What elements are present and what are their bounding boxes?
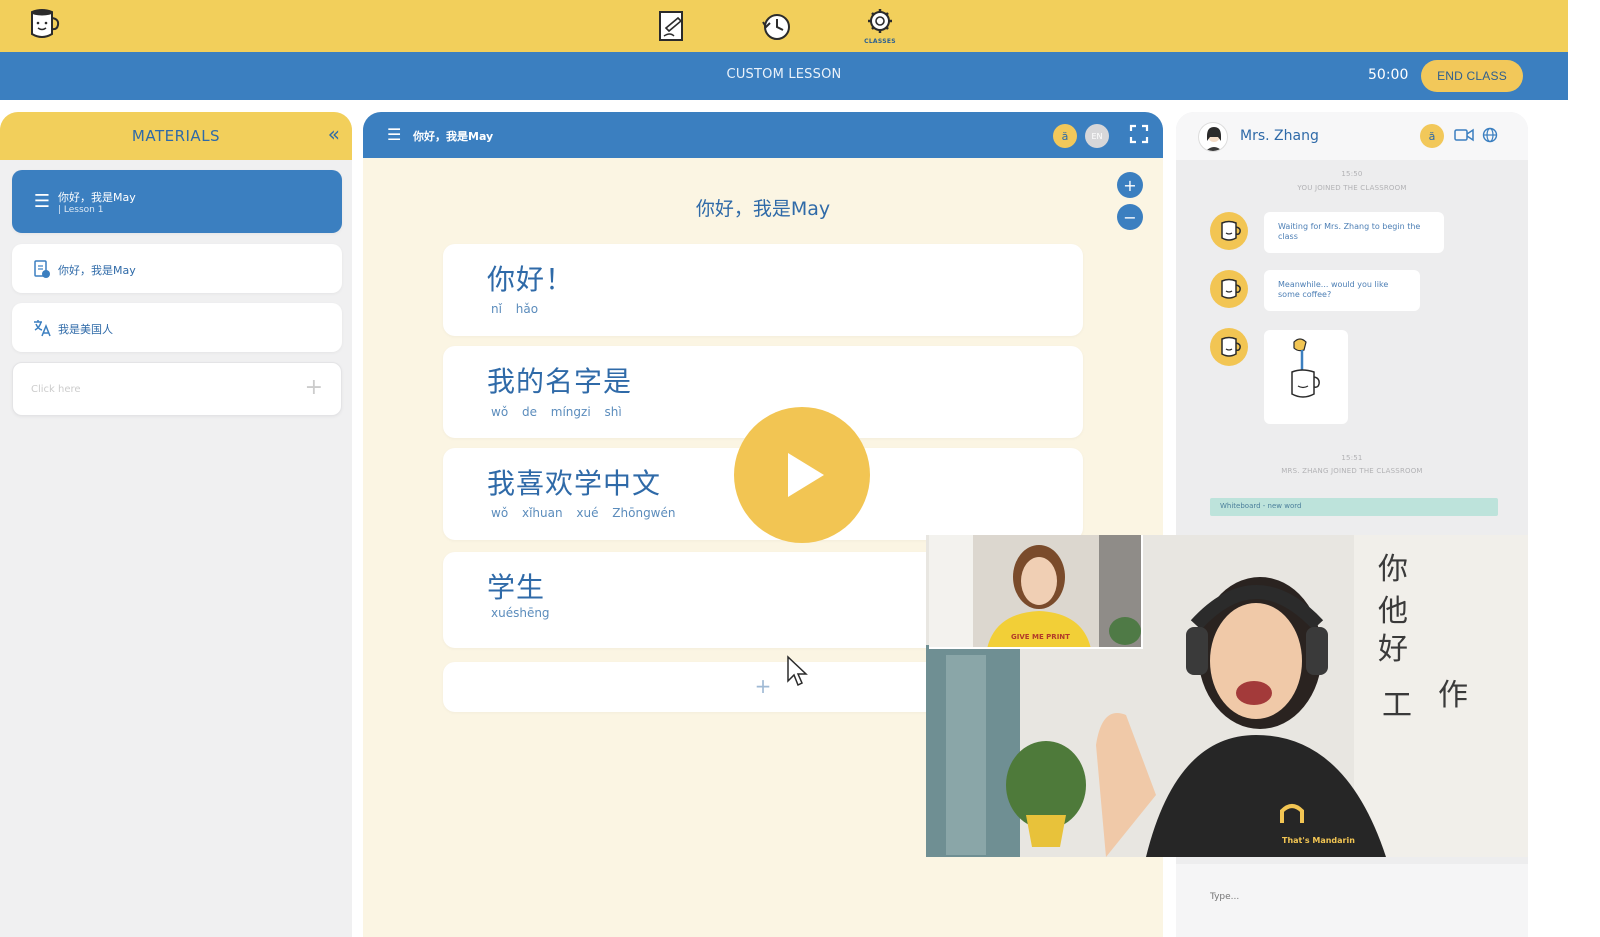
chat-message: Meanwhile... would you like some coffee?: [1264, 270, 1420, 311]
vocab-hanzi: 学生: [487, 571, 546, 604]
lesson-title: CUSTOM LESSON: [726, 67, 842, 82]
whiteboard-char: 作: [1438, 678, 1468, 713]
material-item-translate[interactable]: 我是美国人: [12, 303, 342, 352]
coffee-mug-pour-icon: [1291, 338, 1320, 398]
chat-timestamp: 15:51: [1341, 454, 1363, 462]
vocab-pinyin: wǒ xǐhuan xué Zhōngwén: [491, 506, 676, 520]
materials-header: MATERIALS «: [0, 112, 352, 160]
material-item-lesson-1[interactable]: ☰ 你好，我是May | Lesson 1: [12, 170, 342, 233]
mug-logo-icon[interactable]: [24, 6, 60, 44]
shirt-text: GIVE ME PRINT: [1011, 633, 1070, 641]
vocab-pinyin: xuéshēng: [491, 606, 550, 620]
globe-icon[interactable]: [1482, 127, 1498, 143]
whiteboard-nav-button[interactable]: [652, 4, 692, 48]
whiteboard-icon: [659, 11, 683, 41]
whiteboard-title: 你好，我是May: [695, 198, 831, 220]
class-timer: 50:00: [1368, 67, 1409, 83]
student-video-image: GIVE ME PRINT: [929, 535, 1141, 647]
chat-system-message: YOU JOINED THE CLASSROOM: [1297, 184, 1407, 192]
add-material-plus-icon[interactable]: +: [305, 375, 323, 400]
teacher-name: Mrs. Zhang: [1240, 128, 1319, 144]
chat-translate-button[interactable]: ă: [1420, 124, 1444, 148]
play-icon: [788, 453, 824, 497]
vocab-hanzi: 我喜欢学中文: [487, 467, 662, 500]
materials-panel: MATERIALS « ☰ 你好，我是May | Lesson 1 你好，我是M…: [0, 112, 352, 937]
mug-bot-icon: [1221, 220, 1241, 241]
whiteboard-header-title: 你好，我是May: [413, 130, 494, 143]
add-material-placeholder: Click here: [31, 384, 81, 395]
chat-header: Mrs. Zhang ă: [1176, 112, 1528, 160]
play-video-button[interactable]: [734, 407, 870, 543]
pinyin-toggle-button[interactable]: ă: [1053, 124, 1077, 148]
material-item-document[interactable]: 你好，我是May: [12, 244, 342, 293]
classes-caption: CLASSES: [864, 38, 896, 45]
lesson-bar: CUSTOM LESSON 50:00 END CLASS: [0, 52, 1568, 100]
vocab-card[interactable]: 你好！ nǐ hǎo: [443, 244, 1083, 336]
material-item-subtitle: | Lesson 1: [58, 205, 104, 215]
whiteboard-menu-icon[interactable]: ☰: [387, 125, 401, 144]
bot-mug-avatar: [1210, 270, 1248, 308]
top-navigation-bar: CLASSES: [0, 0, 1568, 52]
whiteboard-notice[interactable]: Whiteboard - new word: [1210, 498, 1498, 516]
chat-message: Waiting for Mrs. Zhang to begin the clas…: [1264, 212, 1444, 253]
vocab-hanzi: 你好！: [487, 263, 575, 296]
translate-icon: [34, 319, 51, 336]
whiteboard-char: 好: [1378, 632, 1408, 667]
video-camera-icon[interactable]: [1454, 128, 1474, 142]
history-nav-button[interactable]: [756, 4, 796, 48]
whiteboard-header: ☰ 你好，我是May ă EN: [363, 112, 1163, 158]
whiteboard-char: 工: [1382, 688, 1412, 723]
mouse-cursor-icon: [787, 655, 808, 687]
mug-bot-icon: [1221, 278, 1241, 299]
collapse-chevron-icon[interactable]: «: [328, 122, 340, 146]
document-icon: [34, 259, 50, 278]
vocab-pinyin: nǐ hǎo: [491, 302, 539, 316]
material-item-title: 我是美国人: [58, 323, 113, 336]
whiteboard-char: 他: [1378, 594, 1408, 629]
material-item-title: 你好，我是May: [58, 191, 136, 204]
materials-title: MATERIALS: [131, 127, 221, 145]
menu-icon: ☰: [33, 191, 51, 212]
history-clock-icon: [762, 14, 790, 40]
vocab-hanzi: 我的名字是: [487, 365, 633, 398]
chat-message-input[interactable]: [1210, 884, 1500, 910]
classes-gear-icon: [868, 9, 892, 33]
bot-mug-avatar: [1210, 212, 1248, 250]
chat-system-message: MRS. ZHANG JOINED THE CLASSROOM: [1281, 467, 1423, 475]
add-material-card[interactable]: Click here +: [12, 362, 342, 416]
fullscreen-icon[interactable]: [1129, 124, 1149, 144]
shirt-logo-text: That's Mandarin: [1282, 836, 1355, 845]
student-video-feed[interactable]: GIVE ME PRINT: [929, 535, 1143, 649]
whiteboard-char: 你: [1378, 552, 1408, 587]
teacher-avatar: [1198, 122, 1228, 152]
vocab-pinyin: wǒ de míngzi shì: [491, 405, 622, 419]
material-item-title: 你好，我是May: [58, 264, 136, 277]
coffee-sticker: [1264, 330, 1348, 424]
end-class-button[interactable]: END CLASS: [1421, 60, 1523, 92]
mug-bot-icon: [1221, 336, 1241, 357]
english-toggle-button[interactable]: EN: [1085, 124, 1109, 148]
classes-nav-button[interactable]: CLASSES: [860, 4, 900, 48]
chat-timestamp: 15:50: [1341, 170, 1363, 178]
bot-mug-avatar: [1210, 328, 1248, 366]
